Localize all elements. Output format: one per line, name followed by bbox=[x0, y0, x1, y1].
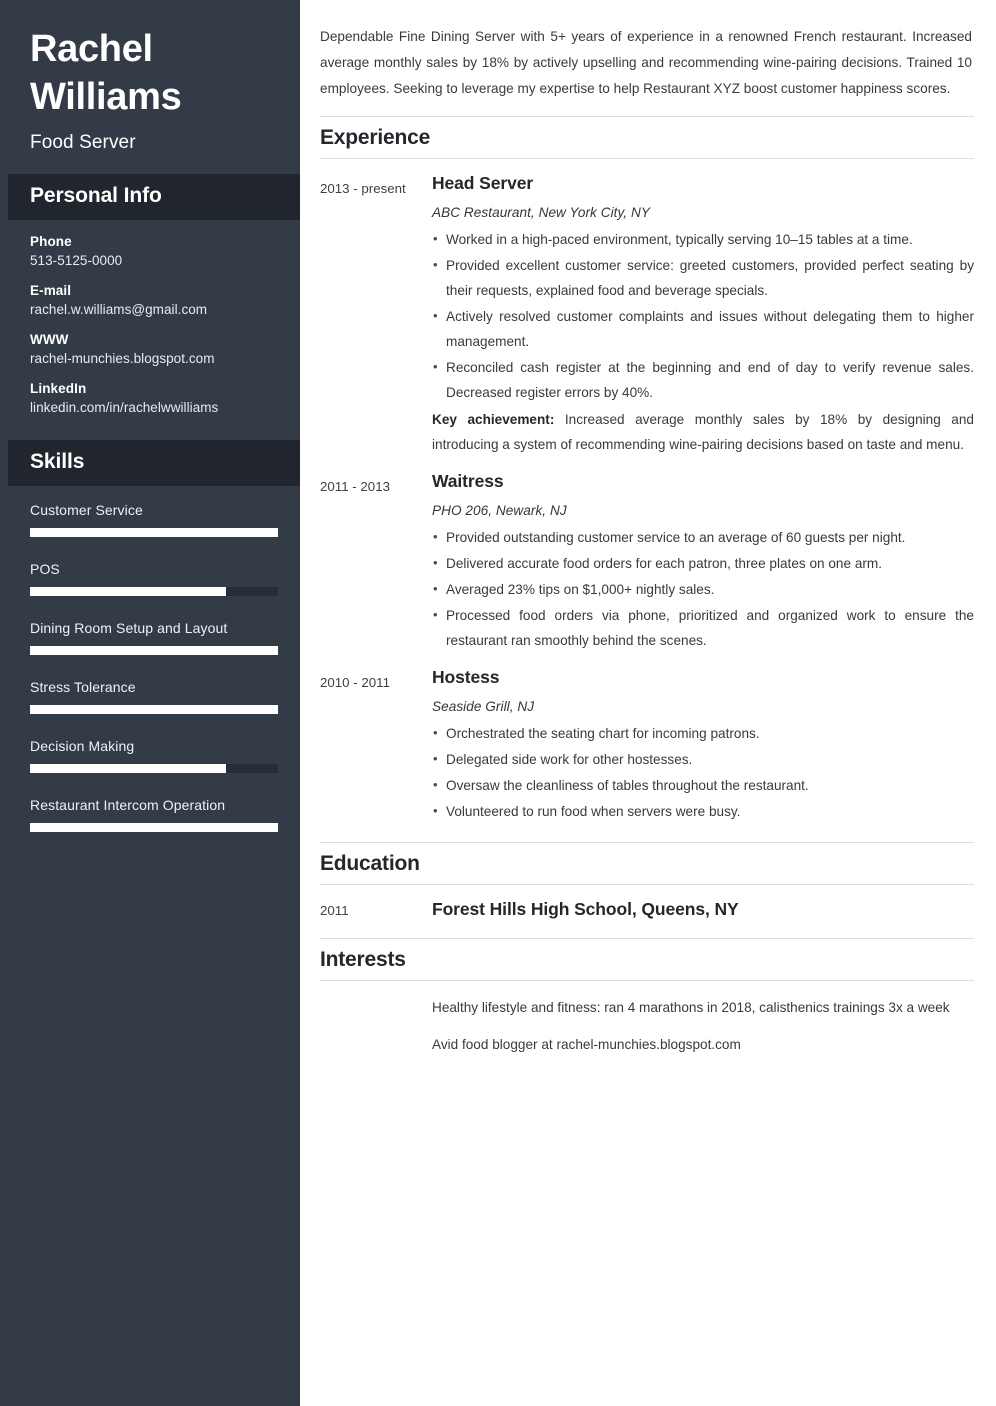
bullet-item: Oversaw the cleanliness of tables throug… bbox=[432, 773, 974, 798]
experience-body: Head Server ABC Restaurant, New York Cit… bbox=[432, 173, 974, 457]
skill-level-fill bbox=[30, 822, 278, 832]
skill-level-fill bbox=[30, 527, 278, 537]
bullet-item: Volunteered to run food when servers wer… bbox=[432, 799, 974, 824]
experience-company: ABC Restaurant, New York City, NY bbox=[432, 205, 650, 221]
section-education: Education 2011 Forest Hills High School,… bbox=[320, 842, 974, 922]
contact-value-phone[interactable]: 513-5125-0000 bbox=[30, 253, 278, 268]
education-date: 2011 bbox=[320, 903, 349, 919]
job-title: Food Server bbox=[30, 131, 136, 153]
key-achievement-label: Key achievement: bbox=[432, 412, 555, 428]
bullet-item: Worked in a high-paced environment, typi… bbox=[432, 227, 974, 252]
skill-item: Decision Making bbox=[30, 738, 278, 773]
experience-role: Hostess bbox=[432, 667, 500, 688]
experience-bullets: Orchestrated the seating chart for incom… bbox=[432, 721, 974, 824]
bullet-item: Orchestrated the seating chart for incom… bbox=[432, 721, 974, 746]
skill-name: Restaurant Intercom Operation bbox=[30, 796, 226, 813]
skill-item: Stress Tolerance bbox=[30, 679, 278, 714]
experience-bullets: Provided outstanding customer service to… bbox=[432, 525, 974, 653]
section-interests: Interests Healthy lifestyle and fitness:… bbox=[320, 938, 974, 1057]
main-content: Dependable Fine Dining Server with 5+ ye… bbox=[300, 0, 996, 1406]
bullet-item: Averaged 23% tips on $1,000+ nightly sal… bbox=[432, 577, 974, 602]
contact-label: Phone bbox=[30, 233, 72, 249]
skill-name: POS bbox=[30, 560, 60, 577]
personal-info-heading: Personal Info bbox=[8, 173, 300, 220]
contact-value-email[interactable]: rachel.w.williams@gmail.com bbox=[30, 302, 278, 317]
skill-level-track bbox=[30, 527, 278, 537]
contact-label: E-mail bbox=[30, 282, 72, 298]
experience-company: Seaside Grill, NJ bbox=[432, 699, 535, 715]
skill-name: Customer Service bbox=[30, 501, 143, 518]
skill-item: Customer Service bbox=[30, 502, 278, 537]
bullet-item: Provided outstanding customer service to… bbox=[432, 525, 974, 550]
skills-list: Customer Service POS Dining Room Setup a… bbox=[8, 486, 300, 866]
interests-row: Healthy lifestyle and fitness: ran 4 mar… bbox=[320, 981, 974, 1057]
section-title-experience: Experience bbox=[320, 116, 974, 160]
experience-entry: 2010 - 2011 Hostess Seaside Grill, NJ Or… bbox=[320, 653, 974, 824]
bullet-item: Reconciled cash register at the beginnin… bbox=[432, 355, 974, 405]
bullet-item: Delivered accurate food orders for each … bbox=[432, 551, 974, 576]
skill-level-track bbox=[30, 763, 278, 773]
education-school: Forest Hills High School, Queens, NY bbox=[432, 899, 739, 920]
contact-item-linkedin: LinkedIn linkedin.com/in/rachelwwilliams bbox=[30, 381, 278, 415]
experience-body: Waitress PHO 206, Newark, NJ Provided ou… bbox=[432, 471, 974, 653]
skill-item: Dining Room Setup and Layout bbox=[30, 620, 278, 655]
interests-body: Healthy lifestyle and fitness: ran 4 mar… bbox=[432, 995, 974, 1057]
contact-item-email: E-mail rachel.w.williams@gmail.com bbox=[30, 283, 278, 317]
contact-label: LinkedIn bbox=[30, 380, 87, 396]
skill-item: POS bbox=[30, 561, 278, 596]
skill-level-fill bbox=[30, 704, 278, 714]
contact-value-linkedin[interactable]: linkedin.com/in/rachelwwilliams bbox=[30, 400, 278, 415]
skill-level-fill bbox=[30, 586, 226, 596]
bullet-item: Actively resolved customer complaints an… bbox=[432, 304, 974, 354]
name-block: Rachel Williams Food Server bbox=[8, 8, 300, 174]
interest-item: Avid food blogger at rachel-munchies.blo… bbox=[432, 1037, 741, 1053]
skill-level-track bbox=[30, 704, 278, 714]
section-title-education: Education bbox=[320, 842, 974, 886]
skill-level-fill bbox=[30, 645, 278, 655]
sidebar-inner: Rachel Williams Food Server Personal Inf… bbox=[8, 8, 300, 1398]
bullet-item: Processed food orders via phone, priorit… bbox=[432, 603, 974, 653]
skill-name: Dining Room Setup and Layout bbox=[30, 619, 228, 636]
skill-level-fill bbox=[30, 763, 226, 773]
education-entry: 2011 Forest Hills High School, Queens, N… bbox=[320, 885, 974, 922]
skill-level-track bbox=[30, 645, 278, 655]
experience-date: 2010 - 2011 bbox=[320, 675, 390, 691]
section-experience: Experience 2013 - present Head Server AB… bbox=[320, 116, 974, 824]
key-achievement: Key achievement: Increased average month… bbox=[432, 407, 974, 457]
contact-item-phone: Phone 513-5125-0000 bbox=[30, 234, 278, 268]
sidebar: Rachel Williams Food Server Personal Inf… bbox=[0, 0, 300, 1406]
experience-body: Hostess Seaside Grill, NJ Orchestrated t… bbox=[432, 667, 974, 824]
experience-entry: 2011 - 2013 Waitress PHO 206, Newark, NJ… bbox=[320, 457, 974, 653]
experience-company: PHO 206, Newark, NJ bbox=[432, 503, 567, 519]
experience-role: Waitress bbox=[432, 471, 504, 492]
professional-summary: Dependable Fine Dining Server with 5+ ye… bbox=[320, 29, 972, 97]
interest-item: Healthy lifestyle and fitness: ran 4 mar… bbox=[432, 1000, 950, 1016]
contact-value-www[interactable]: rachel-munchies.blogspot.com bbox=[30, 351, 278, 366]
section-title-interests: Interests bbox=[320, 938, 974, 982]
resume-document: Rachel Williams Food Server Personal Inf… bbox=[0, 0, 996, 1406]
experience-entry: 2013 - present Head Server ABC Restauran… bbox=[320, 159, 974, 457]
skill-level-track bbox=[30, 586, 278, 596]
skill-item: Restaurant Intercom Operation bbox=[30, 797, 278, 832]
interests-date-spacer bbox=[320, 995, 432, 1057]
personal-info-list: Phone 513-5125-0000 E-mail rachel.w.will… bbox=[8, 220, 300, 440]
candidate-name: Rachel Williams bbox=[30, 26, 278, 122]
bullet-item: Delegated side work for other hostesses. bbox=[432, 747, 974, 772]
last-name: Williams bbox=[30, 75, 182, 118]
bullet-item: Provided excellent customer service: gre… bbox=[432, 253, 974, 303]
first-name: Rachel bbox=[30, 28, 153, 70]
contact-label: WWW bbox=[30, 331, 69, 347]
contact-item-www: WWW rachel-munchies.blogspot.com bbox=[30, 332, 278, 366]
skills-heading: Skills bbox=[8, 439, 300, 486]
skill-name: Stress Tolerance bbox=[30, 678, 136, 695]
skill-level-track bbox=[30, 822, 278, 832]
experience-role: Head Server bbox=[432, 173, 534, 194]
experience-bullets: Worked in a high-paced environment, typi… bbox=[432, 227, 974, 405]
experience-date: 2013 - present bbox=[320, 181, 406, 197]
skill-name: Decision Making bbox=[30, 737, 135, 754]
experience-date: 2011 - 2013 bbox=[320, 479, 390, 495]
